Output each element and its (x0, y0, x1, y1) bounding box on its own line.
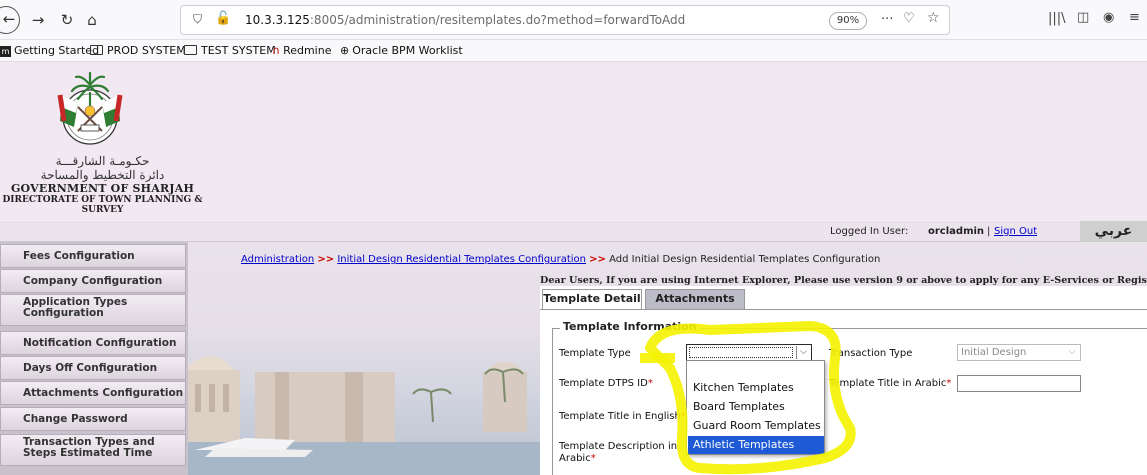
account-icon[interactable]: ◉ (1103, 10, 1114, 25)
logged-in-user: orcladmin (928, 226, 985, 237)
description-arabic-label-line2: Arabic* (559, 453, 596, 464)
title-arabic-input[interactable] (957, 375, 1081, 392)
pocket-icon[interactable]: ♡ (903, 11, 915, 26)
breadcrumb-separator: >> (589, 254, 606, 265)
language-toggle[interactable]: عربي (1080, 221, 1147, 241)
insecure-lock-icon[interactable]: 🔓 (215, 11, 231, 26)
home-icon[interactable]: ⌂ (80, 8, 104, 32)
chevron-down-icon[interactable]: ⌵ (796, 346, 810, 359)
org-arabic-line2: دائرة التخطيط والمساحة (40, 168, 165, 182)
select-focus-ring (689, 347, 793, 358)
tab-attachments[interactable]: Attachments (645, 289, 745, 309)
transaction-type-value: Initial Design (961, 347, 1027, 358)
sidebar-item-company-configuration[interactable]: Company Configuration (0, 269, 186, 293)
option-board-templates[interactable]: Board Templates (688, 398, 824, 416)
url-bar[interactable]: ⛉ 🔓 10.3.3.125:8005/administration/resit… (180, 5, 950, 35)
cityscape-image (185, 356, 540, 475)
browser-toolbar: ← → ↻ ⌂ ⛉ 🔓 10.3.3.125:8005/administrati… (0, 0, 1147, 40)
org-name-block: حكـومـة الشارقـــة دائرة التخطيط والمساح… (0, 154, 205, 215)
back-arrow-icon[interactable]: ← (0, 6, 20, 34)
title-english-label: Template Title in English* (559, 411, 686, 422)
chevron-down-icon[interactable]: ⌵ (1065, 346, 1079, 359)
forward-arrow-icon[interactable]: → (26, 8, 50, 32)
bookmark-star-icon[interactable]: ☆ (927, 10, 940, 26)
option-athletic-templates[interactable]: Athletic Templates (688, 436, 824, 454)
bookmark-favicon-icon: m (0, 46, 11, 57)
sidebar-toggle-icon[interactable]: ◫ (1077, 10, 1089, 25)
bookmark-oracle-bpm[interactable]: ⊕ Oracle BPM Worklist (340, 44, 463, 57)
description-arabic-label-line1: Template Description in (559, 441, 678, 452)
url-text[interactable]: 10.3.3.125:8005/administration/resitempl… (245, 13, 685, 27)
breadcrumb-separator: >> (317, 254, 335, 265)
dtps-id-label: Template DTPS ID* (559, 378, 653, 389)
option-guard-room-templates[interactable]: Guard Room Templates (688, 417, 824, 435)
option-kitchen-templates[interactable]: Kitchen Templates (688, 379, 824, 397)
bookmark-test-system[interactable]: TEST SYSTEM (184, 44, 276, 57)
org-arabic-line1: حكـومـة الشارقـــة (55, 154, 150, 168)
sidebar-item-attachments-configuration[interactable]: Attachments Configuration (0, 381, 186, 405)
breadcrumb-templates-configuration[interactable]: Initial Design Residential Templates Con… (337, 254, 586, 265)
redmine-icon: ∩ (272, 44, 281, 57)
tab-divider (540, 309, 1147, 310)
org-english-line2: DIRECTORATE OF TOWN PLANNING & SURVEY (2, 195, 203, 215)
template-type-select[interactable]: ⌵ (686, 344, 812, 361)
sign-out-link[interactable]: Sign Out (994, 226, 1037, 237)
bookmark-prod-system[interactable]: PROD SYSTEM (90, 44, 186, 57)
sidebar-item-application-types-configuration[interactable]: Application Types Configuration (0, 294, 186, 326)
transaction-type-select[interactable]: Initial Design ⌵ (957, 344, 1081, 361)
title-arabic-label: Template Title in Arabic* (829, 378, 952, 389)
reload-icon[interactable]: ↻ (55, 8, 79, 32)
bookmark-redmine[interactable]: ∩ Redmine (272, 44, 331, 57)
bookmarks-toolbar: m Getting Started PROD SYSTEM TEST SYSTEM… (0, 40, 1147, 62)
library-icon[interactable]: |||\ (1048, 11, 1066, 26)
globe-icon: ⊕ (340, 44, 350, 57)
logged-in-label: Logged In User: (830, 226, 909, 237)
sidebar-item-fees-configuration[interactable]: Fees Configuration (0, 244, 186, 268)
browser-notice: Dear Users, If you are using Internet Ex… (540, 275, 1147, 286)
transaction-type-label: Transaction Type (829, 348, 913, 359)
more-options-icon[interactable]: ··· (881, 12, 893, 27)
shield-icon[interactable]: ⛉ (193, 12, 202, 27)
zoom-level[interactable]: 90% (829, 12, 867, 30)
folder-icon (90, 45, 103, 55)
breadcrumb-administration[interactable]: Administration (241, 254, 314, 265)
sidebar-item-notification-configuration[interactable]: Notification Configuration (0, 331, 186, 355)
sidebar-item-change-password[interactable]: Change Password (0, 407, 186, 431)
bookmark-getting-started[interactable]: m Getting Started (0, 44, 99, 57)
menu-icon[interactable]: ≡ (1129, 10, 1140, 25)
sidebar-item-transaction-types[interactable]: Transaction Types and Steps Estimated Ti… (0, 434, 186, 466)
breadcrumb: Administration >> Initial Design Residen… (241, 254, 880, 265)
fieldset-legend: Template Information (560, 320, 700, 333)
sharjah-emblem-icon (57, 71, 123, 145)
sidebar: Fees Configuration Company Configuration… (0, 242, 188, 475)
template-type-label: Template Type (559, 348, 631, 359)
template-type-dropdown: Kitchen Templates Board Templates Guard … (686, 360, 825, 455)
user-banner: Logged In User: orcladmin | Sign Out عرب… (0, 221, 1147, 242)
site-header: حكـومـة الشارقـــة دائرة التخطيط والمساح… (0, 62, 1147, 222)
folder-icon (184, 45, 197, 55)
org-english-line1: GOVERNMENT OF SHARJAH (10, 182, 195, 195)
banner-separator: | (987, 226, 991, 237)
breadcrumb-current: Add Initial Design Residential Templates… (609, 254, 881, 265)
sidebar-item-days-off-configuration[interactable]: Days Off Configuration (0, 356, 186, 380)
tab-template-detail[interactable]: Template Detail (542, 289, 642, 309)
